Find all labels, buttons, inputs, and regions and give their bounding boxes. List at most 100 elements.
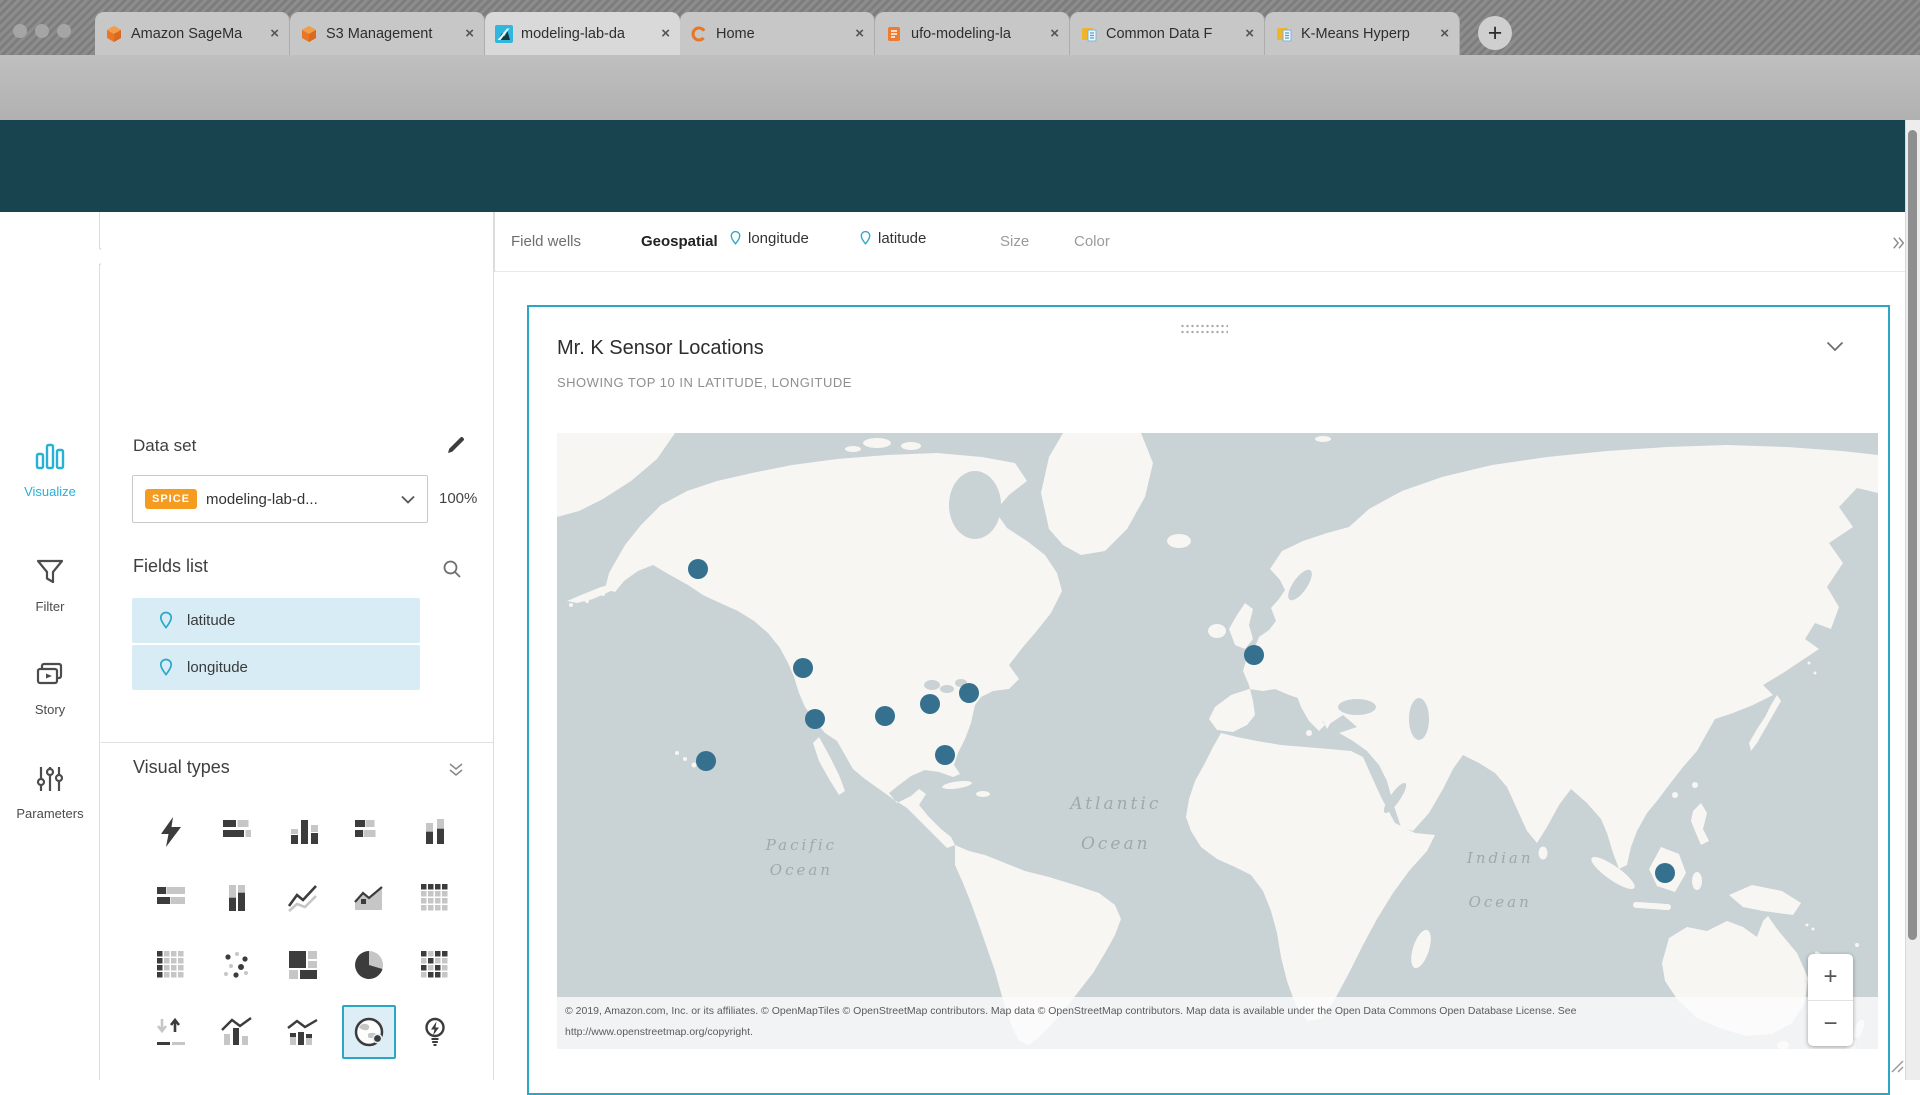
visual-types-heading: Visual types (133, 757, 230, 778)
visual-type-points-on-map-selected[interactable] (342, 1005, 396, 1059)
map-point-france[interactable] (1244, 645, 1264, 665)
world-map[interactable]: PacificOceanAtlanticOceanIndianOcean © 2… (557, 433, 1878, 1049)
field-wells-label[interactable]: Field wells (511, 233, 581, 250)
dataset-heading: Data set (133, 436, 196, 456)
visual-type-autograph[interactable] (144, 805, 198, 859)
visual-type-100-stacked-vertical-bar[interactable] (210, 871, 264, 925)
visual-type-combo-bar-line[interactable] (210, 1005, 264, 1059)
treemap-icon (286, 948, 320, 982)
browser-scrollbar[interactable] (1905, 120, 1920, 1080)
dataset-name: modeling-lab-d... (206, 491, 401, 508)
close-tab-icon[interactable]: × (465, 25, 474, 42)
geo-pin-icon (729, 230, 742, 247)
tab-title: Common Data F (1106, 26, 1241, 42)
visual-type-scatter-plot[interactable] (210, 938, 264, 992)
close-tab-icon[interactable]: × (1050, 25, 1059, 42)
scrollbar-thumb[interactable] (1908, 130, 1917, 940)
visual-type-table[interactable] (408, 871, 462, 925)
map-point-pacific-northwest[interactable] (793, 658, 813, 678)
sidebar-item-visualize[interactable]: Visualize (0, 440, 100, 499)
docs-icon (1080, 25, 1098, 43)
tab-modeling-lab-active[interactable]: modeling-lab-da × (485, 12, 680, 55)
map-point-southeast-us[interactable] (920, 694, 940, 714)
chevron-down-icon (401, 495, 415, 504)
visual-type-area-chart[interactable] (342, 871, 396, 925)
map-point-california[interactable] (805, 709, 825, 729)
close-tab-icon[interactable]: × (270, 25, 279, 42)
collapse-double-chevron-icon[interactable] (448, 763, 464, 782)
dataset-dropdown[interactable]: SPICE modeling-lab-d... (132, 475, 428, 523)
expand-double-chevron-icon[interactable] (1892, 235, 1906, 256)
close-tab-icon[interactable]: × (1245, 25, 1254, 42)
map-zoom-control: + − (1808, 954, 1853, 1046)
visual-type-stacked-horizontal-bar[interactable] (342, 805, 396, 859)
map-point-alaska[interactable] (688, 559, 708, 579)
table-icon (418, 881, 452, 915)
visual-type-horizontal-bar[interactable] (210, 805, 264, 859)
tab-common-data-formats[interactable]: Common Data F × (1070, 12, 1265, 55)
quicksight-header: Add Undo Redo modeling-lab-data-source a… (0, 120, 1920, 212)
visual-type-100-stacked-horizontal-bar[interactable] (144, 871, 198, 925)
sidebar-item-parameters[interactable]: Parameters (0, 762, 100, 821)
close-window-icon[interactable] (13, 24, 27, 38)
horizontal-bar-icon (220, 815, 254, 849)
visual-type-insights[interactable] (408, 1005, 462, 1059)
visual-type-pie-chart[interactable] (342, 938, 396, 992)
visual-type-kpi[interactable] (144, 1005, 198, 1059)
visual-type-treemap[interactable] (276, 938, 330, 992)
new-tab-button[interactable]: + (1478, 16, 1512, 50)
visual-type-stacked-combo[interactable] (276, 1005, 330, 1059)
minimize-window-icon[interactable] (35, 24, 49, 38)
visual-menu-chevron-icon[interactable] (1826, 339, 1844, 357)
drag-handle-dots[interactable] (1180, 323, 1228, 334)
map-point-mid-atlantic-us[interactable] (959, 683, 979, 703)
sidebar-item-story[interactable]: Story (0, 658, 100, 717)
map-point-texas[interactable] (875, 706, 895, 726)
tab-title: modeling-lab-da (521, 26, 657, 42)
attribution-line2[interactable]: http://www.openstreetmap.org/copyright. (565, 1026, 1870, 1038)
well-field-latitude[interactable]: latitude (859, 230, 926, 247)
visual-card[interactable]: Mr. K Sensor Locations SHOWING TOP 10 IN… (527, 305, 1890, 1095)
visual-type-heat-map[interactable] (408, 938, 462, 992)
tab-home[interactable]: Home × (680, 12, 875, 55)
bar-chart-icon (33, 440, 67, 474)
search-icon[interactable] (441, 558, 463, 585)
edit-dataset-pencil-icon[interactable] (445, 434, 467, 461)
map-point-indonesia[interactable] (1655, 863, 1675, 883)
lightning-icon (154, 815, 188, 849)
field-item-longitude[interactable]: longitude (132, 645, 420, 690)
visual-type-vertical-bar[interactable] (276, 805, 330, 859)
color-well-label[interactable]: Color (1074, 233, 1110, 250)
window-traffic-lights[interactable] (13, 24, 71, 38)
close-tab-icon[interactable]: × (1440, 25, 1449, 42)
visual-type-line-chart[interactable] (276, 871, 330, 925)
tab-title: S3 Management (326, 26, 461, 42)
field-item-latitude[interactable]: latitude (132, 598, 420, 643)
tab-ufo-modeling[interactable]: ufo-modeling-la × (875, 12, 1070, 55)
tab-title: Home (716, 26, 851, 42)
browser-nav-bar: https://us-east-1.quicksight.aws.amazon.… (0, 55, 1920, 120)
sidebar-item-filter[interactable]: Filter (0, 555, 100, 614)
close-tab-icon[interactable]: × (855, 25, 864, 42)
funnel-icon (33, 555, 67, 589)
visual-subtitle: SHOWING TOP 10 IN LATITUDE, LONGITUDE (557, 375, 852, 390)
map-point-florida[interactable] (935, 745, 955, 765)
close-tab-icon[interactable]: × (661, 25, 670, 42)
visual-title: Mr. K Sensor Locations (557, 337, 764, 360)
stacked-combo-chart-icon (286, 1015, 320, 1049)
window-resize-grip[interactable] (1888, 1057, 1904, 1078)
s3-cube-icon (300, 25, 318, 43)
zoom-window-icon[interactable] (57, 24, 71, 38)
zoom-out-button[interactable]: − (1808, 1000, 1853, 1046)
story-slides-icon (33, 658, 67, 692)
visual-type-pivot-table[interactable] (144, 938, 198, 992)
size-well-label[interactable]: Size (1000, 233, 1029, 250)
map-point-hawaii[interactable] (696, 751, 716, 771)
notebook-icon (885, 25, 903, 43)
tab-amazon-sagemaker[interactable]: Amazon SageMa × (95, 12, 290, 55)
tab-s3-management[interactable]: S3 Management × (290, 12, 485, 55)
well-field-longitude[interactable]: longitude (729, 230, 809, 247)
visual-type-stacked-vertical-bar[interactable] (408, 805, 462, 859)
zoom-in-button[interactable]: + (1808, 954, 1853, 1000)
tab-kmeans-hyperparameters[interactable]: K-Means Hyperp × (1265, 12, 1460, 55)
